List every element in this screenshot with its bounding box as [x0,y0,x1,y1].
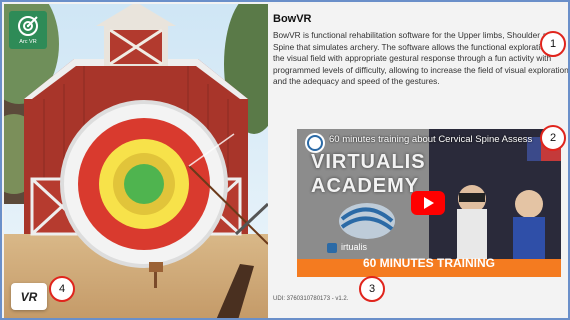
video-banner: 60 MINUTES TRAINING [362,256,495,270]
video-embed[interactable]: 60 minutes training about Cervical Spine… [297,129,561,277]
app-description: BowVR is functional rehabilitation softw… [273,30,569,87]
vr-mode-button[interactable]: VR [11,283,47,310]
app-title: BowVR [273,13,312,25]
app-card: Arc VR VR 4 BowVR BowVR is functional re… [0,0,570,320]
annotation-badge-2: 2 [540,125,566,151]
game-scene: Arc VR VR 4 [4,4,268,318]
play-button[interactable] [411,191,445,215]
app-logo-label: Arc VR [19,39,37,45]
video-brand-line2: ACADEMY [311,175,420,197]
annotation-badge-4: 4 [49,276,75,302]
video-title[interactable]: 60 minutes training about Cervical Spine… [329,134,554,145]
vr-button-label: VR [20,290,38,304]
annotation-badge-1: 1 [540,31,566,57]
target-icon [18,16,38,36]
details-panel: BowVR BowVR is functional rehabilitation… [268,4,569,318]
udi-label: UDI: 3760310780173 - v1.2. [273,296,349,302]
barn-archery-scene [4,4,268,318]
app-logo: Arc VR [9,11,47,49]
play-icon [424,197,434,209]
video-logo-text: irtualis [341,242,368,252]
video-brand-line1: VIRTUALIS [311,151,426,173]
annotation-badge-3: 3 [359,276,385,302]
archery-target [60,100,228,268]
